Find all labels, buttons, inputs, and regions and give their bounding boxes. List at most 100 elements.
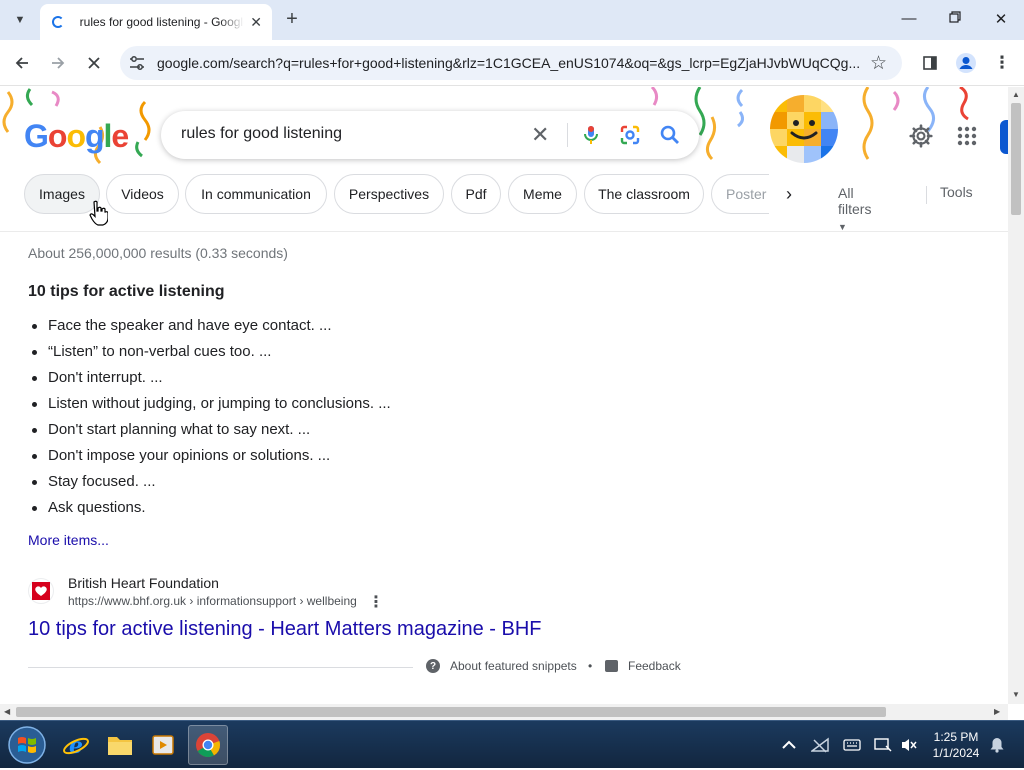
chip-videos[interactable]: Videos — [106, 174, 179, 214]
logo-letter: o — [47, 118, 68, 154]
list-item: Face the speaker and have eye contact. .… — [32, 316, 391, 342]
bhf-favicon — [28, 578, 54, 604]
taskbar-media-player[interactable] — [143, 725, 183, 765]
all-filters-button[interactable]: All filters ▼ — [838, 185, 872, 231]
chips-scroll-right-icon[interactable]: › — [786, 184, 792, 205]
chip-perspectives[interactable]: Perspectives — [334, 174, 444, 214]
settings-gear-icon[interactable] — [908, 123, 934, 149]
clear-search-icon[interactable]: ✕ — [531, 122, 549, 148]
forward-button[interactable] — [46, 51, 70, 75]
show-hidden-icons-icon[interactable] — [780, 737, 798, 753]
logo-letter: G — [24, 118, 49, 154]
search-box[interactable]: rules for good listening ✕ — [161, 111, 699, 159]
logo-letter: e — [111, 118, 129, 154]
clock-date: 1/1/2024 — [932, 746, 980, 760]
start-button[interactable] — [6, 725, 48, 765]
network-icon[interactable] — [811, 737, 829, 753]
feedback-label: Feedback — [628, 659, 681, 673]
taskbar-file-explorer[interactable] — [100, 725, 140, 765]
back-button[interactable] — [10, 51, 34, 75]
profile-button[interactable] — [954, 51, 978, 75]
featured-snippet-list: Face the speaker and have eye contact. .… — [32, 316, 391, 524]
google-logo[interactable]: Google — [24, 118, 129, 155]
list-item: “Listen” to non-verbal cues too. ... — [32, 342, 391, 368]
chrome-menu-button[interactable]: ⋮ — [990, 51, 1014, 75]
microphone-icon[interactable] — [579, 123, 603, 147]
scroll-right-icon[interactable]: ▶ — [994, 707, 1000, 716]
arrow-right-icon — [52, 57, 65, 69]
filters-divider — [926, 186, 927, 204]
doodle-disco-ball-image[interactable] — [770, 95, 838, 163]
result-stats: About 256,000,000 results (0.33 seconds) — [28, 245, 288, 261]
separator-dot: • — [588, 659, 593, 673]
volume-muted-icon[interactable] — [900, 737, 918, 753]
scroll-down-icon[interactable]: ▼ — [1012, 690, 1020, 699]
chip-the-classroom[interactable]: The classroom — [584, 174, 704, 214]
search-input[interactable]: rules for good listening — [181, 125, 342, 143]
scroll-left-icon[interactable]: ◀ — [4, 707, 10, 716]
horizontal-scrollbar[interactable]: ◀ ▶ — [0, 704, 1008, 720]
list-item: Listen without judging, or jumping to co… — [32, 394, 391, 420]
feedback-link[interactable]: Feedback — [605, 659, 681, 673]
list-item: Don't interrupt. ... — [32, 368, 391, 394]
logo-letter: g — [84, 118, 105, 154]
vertical-scrollbar[interactable]: ▲ ▼ — [1008, 87, 1024, 704]
scroll-up-icon[interactable]: ▲ — [1012, 90, 1020, 99]
chip-pdf[interactable]: Pdf — [451, 174, 501, 214]
windows-taskbar: e 1:25 PM 1/1/2024 — [0, 720, 1024, 768]
tools-button[interactable]: Tools — [940, 184, 973, 200]
taskbar-chrome[interactable] — [188, 725, 228, 765]
kebab-menu-icon: ⋮ — [993, 53, 1011, 72]
system-clock[interactable]: 1:25 PM 1/1/2024 — [925, 729, 987, 761]
keyboard-icon[interactable] — [843, 737, 861, 753]
notification-bell-icon[interactable] — [988, 737, 1006, 753]
source-url: https://www.bhf.org.uk › informationsupp… — [68, 594, 357, 608]
arrow-left-icon — [15, 57, 28, 69]
source-site-name: British Heart Foundation — [68, 575, 219, 591]
profile-avatar-icon — [956, 53, 976, 73]
featured-snippet-divider — [28, 667, 413, 668]
minimize-button[interactable]: — — [899, 10, 919, 27]
side-panel-button[interactable] — [918, 51, 942, 75]
svg-text:e: e — [69, 733, 83, 759]
chip-in-communication[interactable]: In communication — [185, 174, 327, 214]
result-title-link[interactable]: 10 tips for active listening - Heart Mat… — [28, 618, 542, 641]
google-lens-icon[interactable] — [618, 123, 642, 147]
search-icon[interactable] — [658, 123, 682, 147]
featured-snippet-title: 10 tips for active listening — [28, 283, 225, 300]
google-apps-icon[interactable] — [957, 126, 977, 146]
result-options-icon[interactable]: ⋮ — [368, 592, 384, 612]
stop-button[interactable] — [82, 51, 106, 75]
browser-tab[interactable]: rules for good listening - Google Search… — [40, 4, 272, 40]
horizontal-scroll-thumb[interactable] — [16, 707, 886, 717]
chip-poster[interactable]: Poster — [711, 174, 769, 214]
chevron-down-icon: ▼ — [14, 14, 26, 26]
action-center-icon[interactable] — [874, 737, 892, 753]
list-item: Stay focused. ... — [32, 472, 391, 498]
disco-ball-icon — [770, 95, 838, 163]
stop-icon — [88, 57, 100, 69]
close-window-button[interactable]: ✕ — [991, 10, 1011, 28]
list-item: Don't impose your opinions or solutions.… — [32, 446, 391, 472]
tab-search-button[interactable]: ▼ — [6, 7, 34, 33]
new-tab-button[interactable]: + — [281, 9, 303, 31]
internet-explorer-icon: e — [63, 733, 89, 759]
sign-in-button[interactable] — [1000, 120, 1008, 154]
feedback-icon — [605, 660, 618, 672]
vertical-scroll-thumb[interactable] — [1011, 103, 1021, 215]
result-source[interactable]: British Heart Foundation https://www.bhf… — [28, 572, 448, 612]
address-bar[interactable]: google.com/search?q=rules+for+good+liste… — [120, 46, 902, 80]
close-tab-icon[interactable]: ✕ — [250, 14, 262, 31]
taskbar-internet-explorer[interactable]: e — [56, 725, 96, 765]
bookmark-star-icon[interactable]: ☆ — [870, 52, 887, 75]
restore-button[interactable] — [945, 10, 965, 27]
windows-logo-icon — [8, 726, 46, 764]
about-featured-snippets-link[interactable]: ? About featured snippets — [426, 659, 577, 673]
restore-icon — [949, 11, 961, 23]
all-filters-label: All filters — [838, 185, 872, 217]
site-settings-icon[interactable] — [128, 54, 146, 72]
more-items-link[interactable]: More items... — [28, 532, 109, 548]
url-text[interactable]: google.com/search?q=rules+for+good+liste… — [157, 55, 862, 71]
heart-logo-icon — [32, 582, 50, 600]
chip-meme[interactable]: Meme — [508, 174, 577, 214]
